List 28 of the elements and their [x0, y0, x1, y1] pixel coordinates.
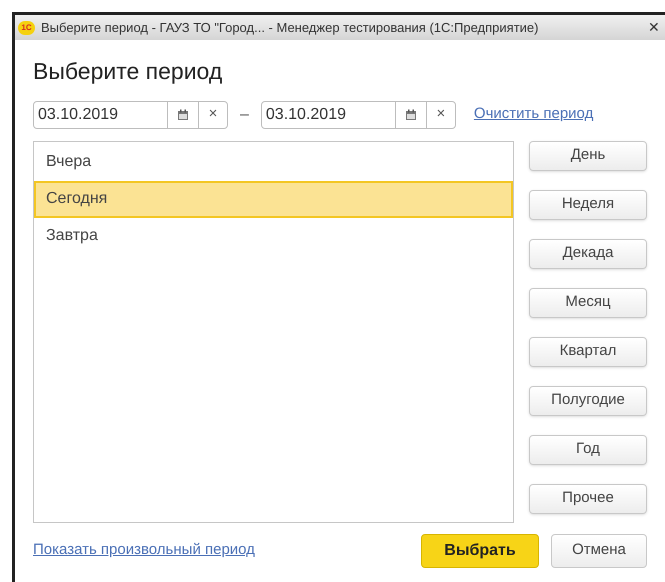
- period-button[interactable]: Год: [529, 434, 647, 464]
- period-button[interactable]: Полугодие: [529, 386, 647, 416]
- period-item[interactable]: Вчера: [34, 144, 513, 180]
- calendar-icon: [404, 108, 417, 120]
- range-dash: –: [240, 104, 249, 124]
- clear-button[interactable]: ×: [426, 100, 456, 128]
- period-item[interactable]: Завтра: [34, 218, 513, 254]
- period-button[interactable]: Неделя: [529, 190, 647, 220]
- clear-button[interactable]: ×: [198, 100, 228, 128]
- dialog-heading: Выберите период: [33, 57, 224, 86]
- close-button[interactable]: ✕: [646, 17, 662, 38]
- period-button[interactable]: Квартал: [529, 336, 647, 366]
- app-logo: 1С: [18, 20, 35, 34]
- cancel-button[interactable]: Отмена: [551, 534, 647, 568]
- period-button[interactable]: Декада: [529, 238, 647, 268]
- calendar-icon: [177, 108, 189, 120]
- calendar-button[interactable]: [396, 100, 426, 128]
- period-button[interactable]: День: [529, 140, 647, 170]
- date-field[interactable]: 03.10.2019: [33, 100, 168, 128]
- window-title: Выберите период - ГАУЗ ТО "Город... - Менеджер тестирования (1С:Предприятие): [41, 18, 540, 37]
- select-button[interactable]: Выбрать: [421, 534, 539, 568]
- period-item[interactable]: Сегодня: [34, 180, 513, 218]
- period-button[interactable]: Прочее: [529, 484, 647, 514]
- calendar-button[interactable]: [168, 100, 198, 128]
- date-field[interactable]: 03.10.2019: [260, 100, 396, 128]
- clear-period-link[interactable]: Очистить период: [474, 103, 594, 126]
- custom-period-link[interactable]: Показать произвольный период: [33, 539, 409, 562]
- period-button[interactable]: Месяц: [529, 288, 647, 318]
